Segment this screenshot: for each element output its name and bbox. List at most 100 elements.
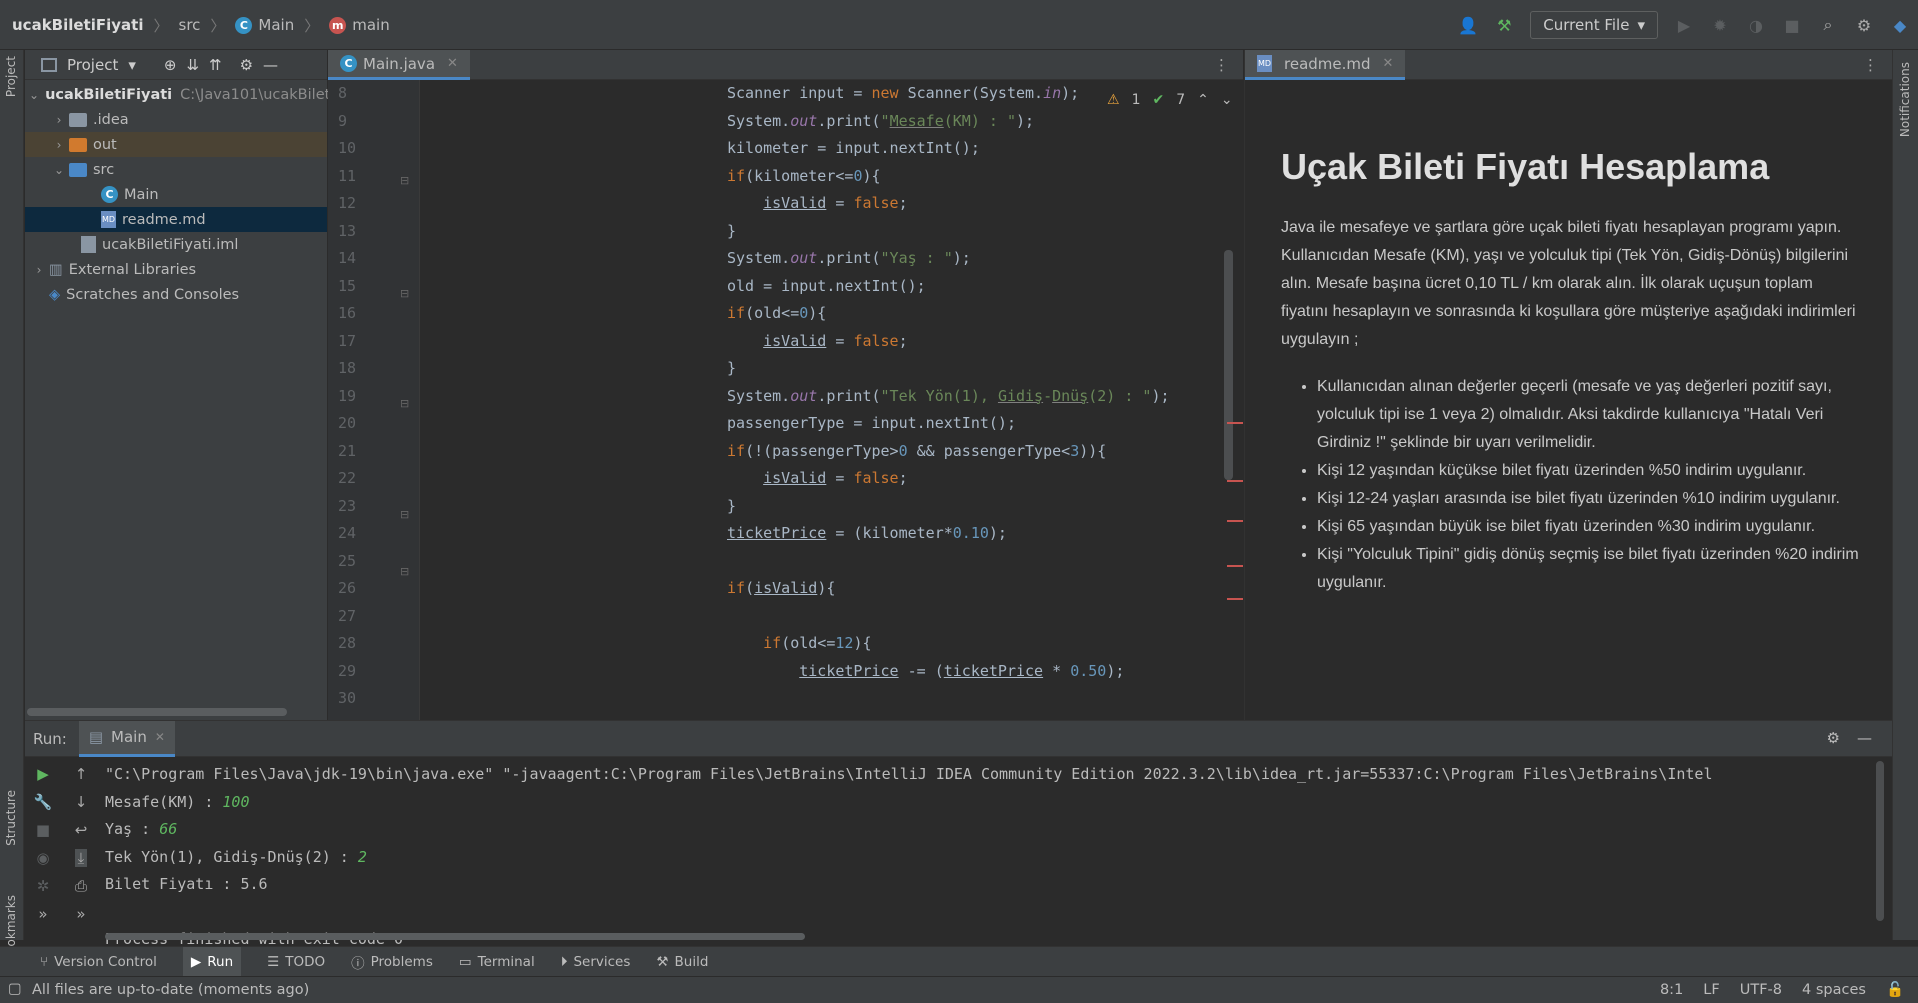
expand-all-icon[interactable]: ⇊ [186, 56, 199, 74]
code-line[interactable]: if(!(passengerType>0 && passengerType<3)… [420, 438, 1243, 466]
tree-item-iml[interactable]: ucakBiletiFiyati.iml [25, 232, 327, 257]
code-line[interactable] [420, 603, 1243, 631]
code-line[interactable]: isValid = false; [420, 328, 1243, 356]
error-stripe-mark[interactable] [1227, 520, 1243, 522]
debug-icon[interactable]: ✹ [1710, 15, 1730, 35]
code-line[interactable]: System.out.print("Yaş : "); [420, 245, 1243, 273]
fold-icon[interactable]: ⊟ [400, 565, 409, 578]
console-vertical-scrollbar[interactable] [1876, 761, 1884, 921]
hide-icon[interactable]: — [263, 56, 278, 74]
breadcrumb-class[interactable]: Main [258, 16, 294, 34]
tree-item-readme[interactable]: MD readme.md [25, 207, 327, 232]
tool-tab-todo[interactable]: ☰ TODO [267, 954, 325, 970]
previous-highlight-icon[interactable]: ⌃ [1197, 92, 1209, 108]
chevron-down-icon[interactable]: ▾ [128, 56, 136, 74]
run-config-select[interactable]: Current File ▾ [1530, 11, 1658, 39]
arrow-up-icon[interactable]: ↑ [75, 765, 88, 783]
close-icon[interactable]: ✕ [447, 56, 458, 71]
tree-item-external-libraries[interactable]: › ▥ External Libraries [25, 257, 327, 282]
code-line[interactable]: System.out.print("Tek Yön(1), Gidiş-Dnüş… [420, 383, 1243, 411]
print-icon[interactable]: ⎙ [75, 877, 87, 895]
locate-icon[interactable]: ⊕ [164, 56, 177, 74]
breadcrumb-project[interactable]: ucakBiletiFiyati [12, 16, 143, 34]
scroll-to-end-icon[interactable]: ⤓ [74, 849, 88, 867]
breadcrumb-src[interactable]: src [179, 16, 201, 34]
jetbrains-logo-icon[interactable]: ◆ [1890, 15, 1910, 35]
tool-tab-terminal[interactable]: ▭ Terminal [459, 954, 535, 970]
tool-tab-build[interactable]: ⚒ Build [656, 954, 708, 970]
fold-icon[interactable]: ⊟ [400, 397, 409, 410]
run-tab-main[interactable]: ▤ Main ✕ [78, 720, 175, 757]
project-tool-button[interactable]: Project [4, 56, 18, 101]
file-encoding[interactable]: UTF-8 [1740, 982, 1782, 998]
vertical-scrollbar[interactable] [1224, 250, 1233, 480]
code-line[interactable]: } [420, 218, 1243, 246]
inspection-widget[interactable]: ⚠ 1 ✔ 7 ⌃ ⌄ [1107, 92, 1233, 108]
error-stripe-mark[interactable] [1227, 565, 1243, 567]
error-stripe-mark[interactable] [1227, 422, 1243, 424]
toggle-tool-windows-icon[interactable]: ▢ [8, 981, 22, 997]
tool-tab-services[interactable]: ⏵ Services [561, 954, 631, 970]
caret-position[interactable]: 8:1 [1660, 982, 1683, 998]
lock-icon[interactable]: 🔓 [1886, 981, 1904, 998]
tree-item-root[interactable]: ⌄ ucakBiletiFiyati C:\Java101\ucakBilet [25, 82, 330, 107]
chevron-down-icon[interactable]: ⌄ [49, 163, 69, 177]
tool-tab-run[interactable]: ▶ Run [182, 946, 242, 977]
code-line[interactable] [420, 685, 1243, 713]
more-icon[interactable]: » [76, 905, 85, 923]
tree-item-scratches[interactable]: ◈ Scratches and Consoles [25, 282, 327, 307]
notifications-tool-button[interactable]: Notifications [1898, 58, 1912, 137]
camera-icon[interactable]: ◉ [36, 849, 49, 867]
tool-tab-version-control[interactable]: ⑂ Version Control [40, 954, 157, 970]
console-horizontal-scrollbar[interactable] [105, 933, 805, 940]
structure-tool-button[interactable]: Structure [4, 790, 18, 850]
indent-setting[interactable]: 4 spaces [1802, 982, 1866, 998]
tool-tab-problems[interactable]: ⓘ Problems [351, 952, 433, 972]
stop-icon[interactable]: ■ [1782, 15, 1802, 35]
code-line[interactable]: passengerType = input.nextInt(); [420, 410, 1243, 438]
arrow-down-icon[interactable]: ↓ [75, 793, 88, 811]
code-line[interactable]: if(old<=0){ [420, 300, 1243, 328]
code-line[interactable] [420, 548, 1243, 576]
coverage-icon[interactable]: ◑ [1746, 15, 1766, 35]
fold-icon[interactable]: ⊟ [400, 287, 409, 300]
close-icon[interactable]: ✕ [155, 730, 165, 744]
tab-main-java[interactable]: C Main.java ✕ [328, 50, 470, 80]
wrench-icon[interactable]: 🔧 [34, 793, 53, 811]
code-line[interactable]: if(old<=12){ [420, 630, 1243, 658]
build-hammer-icon[interactable]: ⚒ [1494, 15, 1514, 35]
gear-icon[interactable]: ⚙ [1854, 15, 1874, 35]
more-icon[interactable]: » [38, 905, 47, 923]
code-line[interactable]: if(isValid){ [420, 575, 1243, 603]
code-area[interactable]: Scanner input = new Scanner(System.in); S… [420, 80, 1243, 720]
tree-item-idea[interactable]: › .idea [25, 107, 327, 132]
code-line[interactable]: ticketPrice = (kilometer*0.10); [420, 520, 1243, 548]
breadcrumb-method[interactable]: main [352, 16, 389, 34]
stop-icon[interactable]: ■ [36, 821, 50, 839]
code-line[interactable]: old = input.nextInt(); [420, 273, 1243, 301]
hide-icon[interactable]: — [1857, 729, 1872, 747]
code-line[interactable]: } [420, 493, 1243, 521]
fold-icon[interactable]: ⊟ [400, 508, 409, 521]
code-line[interactable]: } [420, 355, 1243, 383]
tree-item-out[interactable]: › out [25, 132, 327, 157]
code-line[interactable]: ticketPrice -= (ticketPrice * 0.50); [420, 658, 1243, 686]
error-stripe-mark[interactable] [1227, 598, 1243, 600]
more-vertical-icon[interactable]: ⋮ [1863, 56, 1878, 74]
more-vertical-icon[interactable]: ⋮ [1214, 56, 1229, 74]
soft-wrap-icon[interactable]: ↩ [75, 821, 88, 839]
error-stripe-mark[interactable] [1227, 480, 1243, 482]
rerun-icon[interactable]: ▶ [37, 765, 49, 783]
next-highlight-icon[interactable]: ⌄ [1221, 92, 1233, 108]
code-line[interactable]: isValid = false; [420, 190, 1243, 218]
tree-item-main[interactable]: C Main [25, 182, 327, 207]
status-message[interactable]: All files are up-to-date (moments ago) [32, 982, 309, 998]
chevron-down-icon[interactable]: ⌄ [29, 88, 39, 102]
horizontal-scrollbar[interactable] [27, 708, 287, 716]
close-icon[interactable]: ✕ [1383, 56, 1394, 71]
code-line[interactable]: if(kilometer<=0){ [420, 163, 1243, 191]
chevron-right-icon[interactable]: › [49, 138, 69, 152]
code-line[interactable]: kilometer = input.nextInt(); [420, 135, 1243, 163]
gear-icon[interactable]: ⚙ [240, 56, 253, 74]
console-output[interactable]: "C:\Program Files\Java\jdk-19\bin\java.e… [105, 757, 1892, 948]
